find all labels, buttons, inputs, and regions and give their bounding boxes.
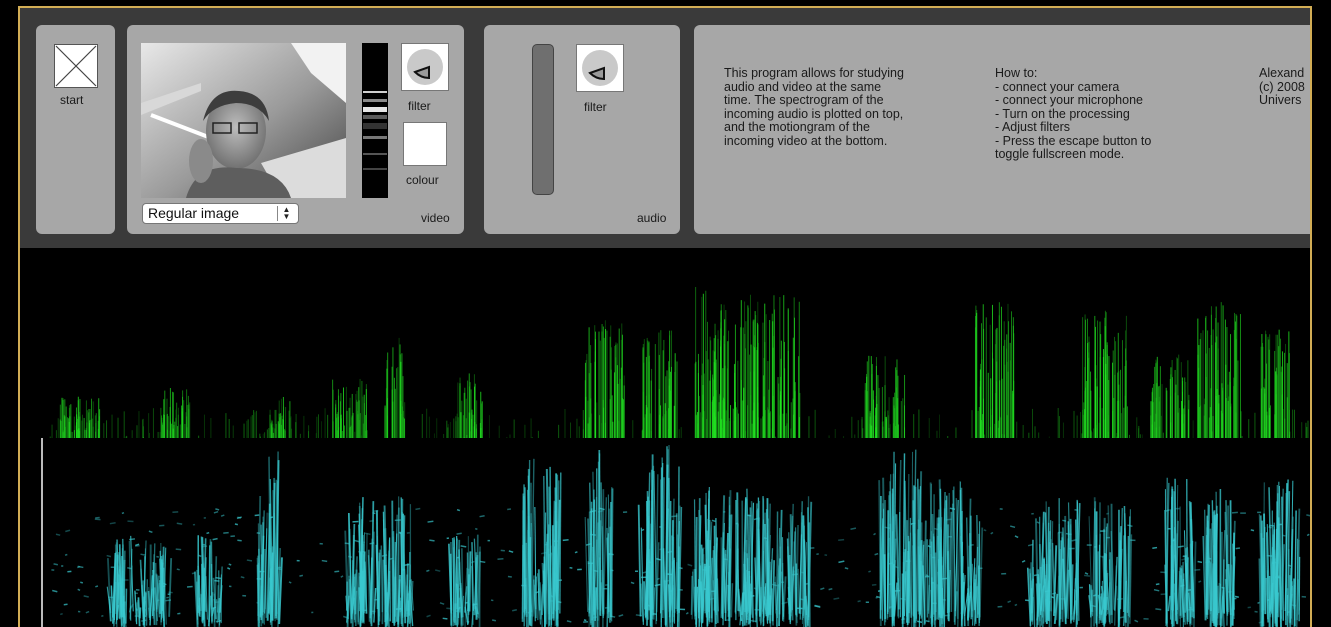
info-panel: This program allows for studying audio a… [694, 25, 1310, 234]
close-x-icon [55, 45, 97, 87]
audio-panel-label: audio [637, 211, 667, 225]
video-filter-label: filter [408, 99, 431, 113]
image-mode-value: Regular image [148, 205, 240, 221]
start-toggle[interactable] [54, 44, 98, 88]
image-mode-select[interactable]: Regular image ▲ ▼ [142, 203, 299, 224]
stepper-arrows-icon: ▲ ▼ [277, 206, 295, 221]
video-level-meter [362, 43, 388, 198]
webcam-preview [141, 43, 346, 198]
credits-text: Alexand (c) 2008 Univers [1259, 66, 1305, 107]
app-window: start filter colour Regular image ▲ ▼ vi… [18, 6, 1312, 627]
program-description: This program allows for studying audio a… [724, 66, 904, 148]
dial-icon [588, 66, 605, 81]
audio-filter-dial[interactable] [576, 44, 624, 92]
video-panel-label: video [421, 211, 450, 225]
audio-gain-slider[interactable] [532, 44, 554, 195]
video-filter-dial[interactable] [401, 43, 449, 91]
spectrogram-motiongram [41, 286, 1310, 627]
audio-filter-label: filter [584, 100, 607, 114]
colour-label: colour [406, 173, 439, 187]
dial-icon [413, 65, 430, 80]
visualization-area [20, 248, 1310, 627]
video-panel: filter colour Regular image ▲ ▼ video [127, 25, 464, 234]
colour-swatch[interactable] [403, 122, 447, 166]
start-label: start [60, 93, 84, 107]
motiongram [51, 445, 1310, 627]
how-to-instructions: How to: - connect your camera - connect … [995, 66, 1152, 161]
start-panel: start [36, 25, 115, 234]
spectrogram [49, 286, 1309, 438]
audio-panel: filter audio [484, 25, 680, 234]
